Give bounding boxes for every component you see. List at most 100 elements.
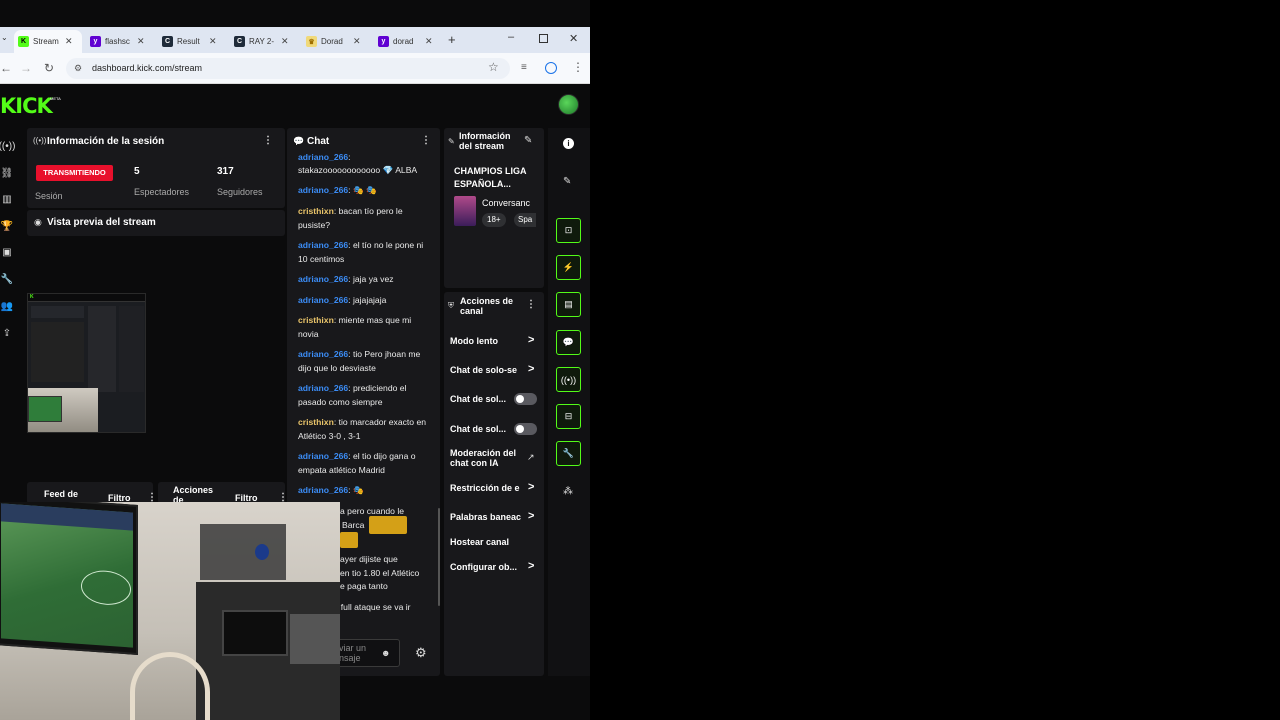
new-tab-plus-icon[interactable]: +	[448, 32, 456, 47]
emote-chat-toggle[interactable]	[514, 423, 537, 435]
chat-username[interactable]: adriano_266	[298, 349, 348, 359]
chat-username[interactable]: adriano_266	[298, 152, 348, 162]
chat-message: adriano_266: 🎭	[298, 483, 432, 497]
browser-tab-ray[interactable]: C RAY 2- ✕	[230, 30, 296, 53]
chat-username[interactable]: adriano_266	[298, 295, 348, 305]
bookmark-star-icon[interactable]: ☆	[488, 60, 499, 74]
action-ai-moderation[interactable]: Moderación del	[450, 448, 526, 458]
browser-tab-result[interactable]: C Result ✕	[158, 30, 224, 53]
close-tab-icon[interactable]: ✕	[425, 36, 433, 47]
analytics-icon[interactable]: ▥	[0, 192, 14, 206]
browser-tab-dorado[interactable]: ♛ Dorad ✕	[302, 30, 368, 53]
chevron-right-icon[interactable]: >	[528, 334, 534, 346]
upload-icon[interactable]: ⇪	[0, 326, 14, 340]
chevron-right-icon[interactable]: >	[528, 510, 534, 522]
chat-username[interactable]: adriano_266	[298, 451, 348, 461]
emoji-icon[interactable]: ☻	[381, 648, 390, 658]
chat-scrollbar[interactable]	[438, 508, 440, 606]
feed-title: Feed de	[44, 489, 79, 499]
channel-actions-title-2: canal	[460, 306, 484, 316]
chat-input-placeholder-2: nsaje	[339, 653, 361, 663]
external-link-icon[interactable]: ↗	[527, 452, 535, 463]
close-tab-icon[interactable]: ✕	[137, 36, 145, 47]
browser-tab-flashscore[interactable]: y flashsc ✕	[86, 30, 152, 53]
chat-message: adriano_266: el tío no le pone ni 10 cen…	[298, 238, 432, 266]
close-tab-icon[interactable]: ✕	[281, 36, 289, 47]
chat-title: Chat	[307, 136, 330, 147]
category-name[interactable]: Conversanc	[482, 198, 538, 208]
live-status-badge: TRANSMITIENDO	[36, 165, 113, 181]
user-avatar[interactable]	[558, 94, 579, 115]
add-widget-icon[interactable]: ⁂	[563, 486, 573, 497]
url-field[interactable]: ⚙ dashboard.kick.com/stream	[66, 58, 510, 79]
close-tab-icon[interactable]: ✕	[65, 36, 73, 47]
chat-username[interactable]: adriano_266	[298, 383, 348, 393]
screenshot-icon[interactable]: ⊡	[556, 218, 581, 243]
lightning-icon[interactable]: ⚡	[556, 255, 581, 280]
chevron-right-icon[interactable]: >	[528, 560, 534, 572]
action-slow-mode[interactable]: Modo lento	[450, 336, 525, 346]
mod-actions-panel: Acciones de Filtro ⋮	[158, 482, 288, 505]
action-banned-words[interactable]: Palabras baneac	[450, 512, 524, 522]
reload-icon[interactable]: ↻	[44, 61, 54, 75]
broadcast-icon[interactable]: ((•))	[556, 367, 581, 392]
chat-input[interactable]: viar un nsaje ☻	[334, 639, 400, 667]
action-configure[interactable]: Configurar ob...	[450, 562, 524, 572]
browser-tab-dorado-yahoo[interactable]: y dorad ✕	[374, 30, 440, 53]
stream-preview[interactable]: K	[27, 293, 146, 433]
forward-arrow-icon[interactable]: →	[20, 61, 32, 75]
chat-username[interactable]: adriano_266	[298, 485, 348, 495]
kick-logo[interactable]: KICK	[0, 94, 53, 118]
more-options-icon[interactable]: ⋮	[421, 135, 431, 146]
chevron-right-icon[interactable]: >	[528, 363, 534, 375]
chat-username[interactable]: cristhixn	[298, 206, 334, 216]
chat-username[interactable]: cristhixn	[298, 417, 334, 427]
chat-username[interactable]: adriano_266	[298, 274, 348, 284]
kick-favicon-icon: K	[18, 36, 29, 47]
wrench-icon[interactable]: 🔧	[556, 441, 581, 466]
session-panel-title: Información de la sesión	[47, 136, 165, 147]
category-thumbnail[interactable]	[454, 196, 476, 226]
chevron-right-icon[interactable]: >	[528, 481, 534, 493]
football-pitch	[1, 503, 133, 648]
maximize-icon[interactable]	[539, 34, 548, 43]
action-host-channel[interactable]: Hostear canal	[450, 537, 530, 547]
edit-pencil-icon[interactable]: ✎	[563, 176, 571, 187]
close-tab-icon[interactable]: ✕	[209, 36, 217, 47]
browser-tab-stream[interactable]: K Stream ✕	[14, 30, 82, 53]
chat-username[interactable]: cristhixn	[298, 315, 334, 325]
info-icon[interactable]: i	[563, 138, 574, 149]
wrench-icon[interactable]: 🔧	[0, 272, 14, 286]
edit-pencil-icon[interactable]: ✎	[524, 135, 532, 146]
url-text: dashboard.kick.com/stream	[92, 63, 203, 73]
chat-input-placeholder: viar un	[339, 643, 367, 653]
reading-list-icon[interactable]: ≡	[521, 62, 527, 73]
trophy-icon[interactable]: 🏆	[0, 219, 14, 233]
followers-label: Seguidores	[217, 187, 263, 197]
close-window-icon[interactable]: ✕	[569, 32, 578, 45]
site-settings-icon[interactable]: ⚙	[74, 58, 82, 79]
more-options-icon[interactable]: ⋮	[526, 299, 536, 310]
chat-message: adriano_266: prediciendo el pasado como …	[298, 381, 432, 409]
chat-settings-gear-icon[interactable]: ⚙	[415, 645, 427, 661]
clips-icon[interactable]: ▣	[0, 245, 14, 259]
tab-search-chevron-icon[interactable]: ⌄	[1, 33, 8, 42]
preview-block	[31, 306, 84, 318]
chat-username[interactable]: adriano_266	[298, 240, 348, 250]
back-arrow-icon[interactable]: ←	[0, 61, 12, 75]
action-subscriber-chat[interactable]: Chat de solo-se	[450, 365, 522, 375]
browser-menu-icon[interactable]: ⋮	[572, 60, 584, 74]
more-options-icon[interactable]: ⋮	[263, 135, 273, 146]
close-tab-icon[interactable]: ✕	[353, 36, 361, 47]
notes-icon[interactable]: ▤	[556, 292, 581, 317]
chat-icon[interactable]: 💬	[556, 330, 581, 355]
layout-icon[interactable]: ⊟	[556, 404, 581, 429]
broadcast-icon[interactable]: ((•))	[0, 139, 15, 153]
link-icon[interactable]: ⛓	[0, 166, 14, 180]
users-icon[interactable]: 👥	[0, 299, 14, 313]
follower-chat-toggle[interactable]	[514, 393, 537, 405]
profile-icon[interactable]	[545, 62, 557, 74]
action-restriction[interactable]: Restricción de e	[450, 483, 524, 493]
minimize-icon[interactable]: –	[508, 31, 514, 43]
chat-username[interactable]: adriano_266	[298, 185, 348, 195]
